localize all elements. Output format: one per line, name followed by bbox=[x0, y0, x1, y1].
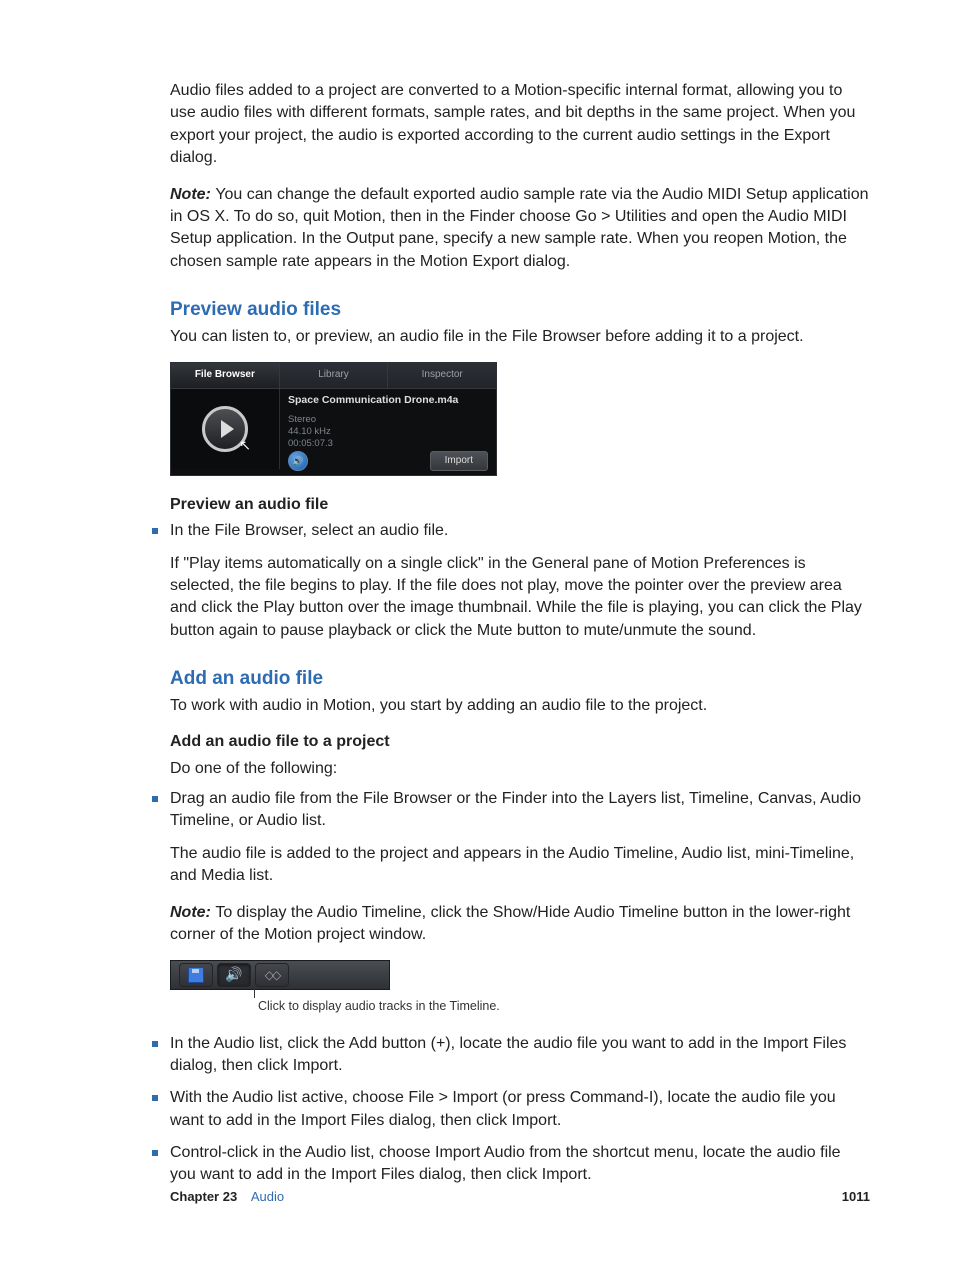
heading-preview-audio-files: Preview audio files bbox=[170, 297, 870, 324]
add-lead: Do one of the following: bbox=[170, 758, 870, 780]
chapter-label: Chapter 23 bbox=[170, 1189, 237, 1204]
preview-intro: You can listen to, or preview, an audio … bbox=[170, 326, 870, 348]
file-meta-rate: 44.10 kHz bbox=[288, 426, 488, 438]
keyframe-button[interactable]: ◇◇ bbox=[255, 963, 289, 987]
list-item: With the Audio list active, choose File … bbox=[170, 1087, 870, 1132]
bullet-text: Control-click in the Audio list, choose … bbox=[170, 1144, 841, 1183]
chapter-name: Audio bbox=[251, 1189, 284, 1204]
toolbar-figure: 🔊 ◇◇ Click to display audio tracks in th… bbox=[170, 960, 870, 1014]
cursor-icon: ↖ bbox=[239, 436, 251, 456]
keyframe-icon: ◇◇ bbox=[265, 967, 279, 984]
list-item: Control-click in the Audio list, choose … bbox=[170, 1142, 870, 1187]
page-number: 1011 bbox=[842, 1188, 870, 1206]
bullet-note: Note: To display the Audio Timeline, cli… bbox=[170, 902, 870, 947]
speaker-icon: 🔊 bbox=[292, 455, 303, 468]
timeline-toolbar: 🔊 ◇◇ bbox=[170, 960, 390, 990]
intro-paragraph: Audio files added to a project are conve… bbox=[170, 80, 870, 170]
tab-file-browser[interactable]: File Browser bbox=[171, 363, 280, 388]
speaker-icon: 🔊 bbox=[225, 965, 242, 985]
tab-inspector[interactable]: Inspector bbox=[388, 363, 496, 388]
note-paragraph-1: Note: You can change the default exporte… bbox=[170, 184, 870, 274]
tab-library[interactable]: Library bbox=[280, 363, 389, 388]
bullet-text: In the Audio list, click the Add button … bbox=[170, 1035, 846, 1074]
play-button[interactable]: ↖ bbox=[202, 406, 248, 452]
list-item: In the File Browser, select an audio fil… bbox=[170, 520, 870, 642]
add-intro: To work with audio in Motion, you start … bbox=[170, 695, 870, 717]
preview-thumbnail: ↖ bbox=[171, 389, 280, 469]
note-label: Note: bbox=[170, 904, 215, 921]
bullet-text: In the File Browser, select an audio fil… bbox=[170, 522, 448, 539]
import-button[interactable]: Import bbox=[430, 451, 488, 471]
audio-timeline-button[interactable]: 🔊 bbox=[217, 963, 251, 987]
list-item: In the Audio list, click the Add button … bbox=[170, 1033, 870, 1078]
save-icon[interactable] bbox=[179, 963, 213, 987]
toolbar-caption: Click to display audio tracks in the Tim… bbox=[258, 998, 870, 1014]
heading-add-audio-file: Add an audio file bbox=[170, 666, 870, 693]
file-browser-tabs: File Browser Library Inspector bbox=[171, 363, 496, 389]
subhead-preview-audio-file: Preview an audio file bbox=[170, 494, 870, 516]
note-label: Note: bbox=[170, 186, 215, 203]
file-browser-panel: File Browser Library Inspector ↖ Space C… bbox=[170, 362, 497, 476]
bullet-body: The audio file is added to the project a… bbox=[170, 843, 870, 888]
list-item: Drag an audio file from the File Browser… bbox=[170, 788, 870, 1015]
callout-line bbox=[254, 978, 255, 998]
bullet-text: Drag an audio file from the File Browser… bbox=[170, 790, 861, 829]
file-meta-stereo: Stereo bbox=[288, 414, 488, 426]
bullet-body: If "Play items automatically on a single… bbox=[170, 553, 870, 643]
file-name: Space Communication Drone.m4a bbox=[288, 393, 488, 408]
subhead-add-audio-file: Add an audio file to a project bbox=[170, 731, 870, 753]
file-meta-duration: 00:05:07.3 bbox=[288, 438, 488, 450]
page-footer: Chapter 23 Audio 1011 bbox=[170, 1188, 870, 1206]
file-info: Space Communication Drone.m4a Stereo 44.… bbox=[280, 389, 496, 475]
bullet-text: With the Audio list active, choose File … bbox=[170, 1089, 836, 1128]
note-body-1: You can change the default exported audi… bbox=[170, 186, 869, 270]
note-body-2: To display the Audio Timeline, click the… bbox=[170, 904, 850, 943]
mute-button[interactable]: 🔊 bbox=[288, 451, 308, 471]
